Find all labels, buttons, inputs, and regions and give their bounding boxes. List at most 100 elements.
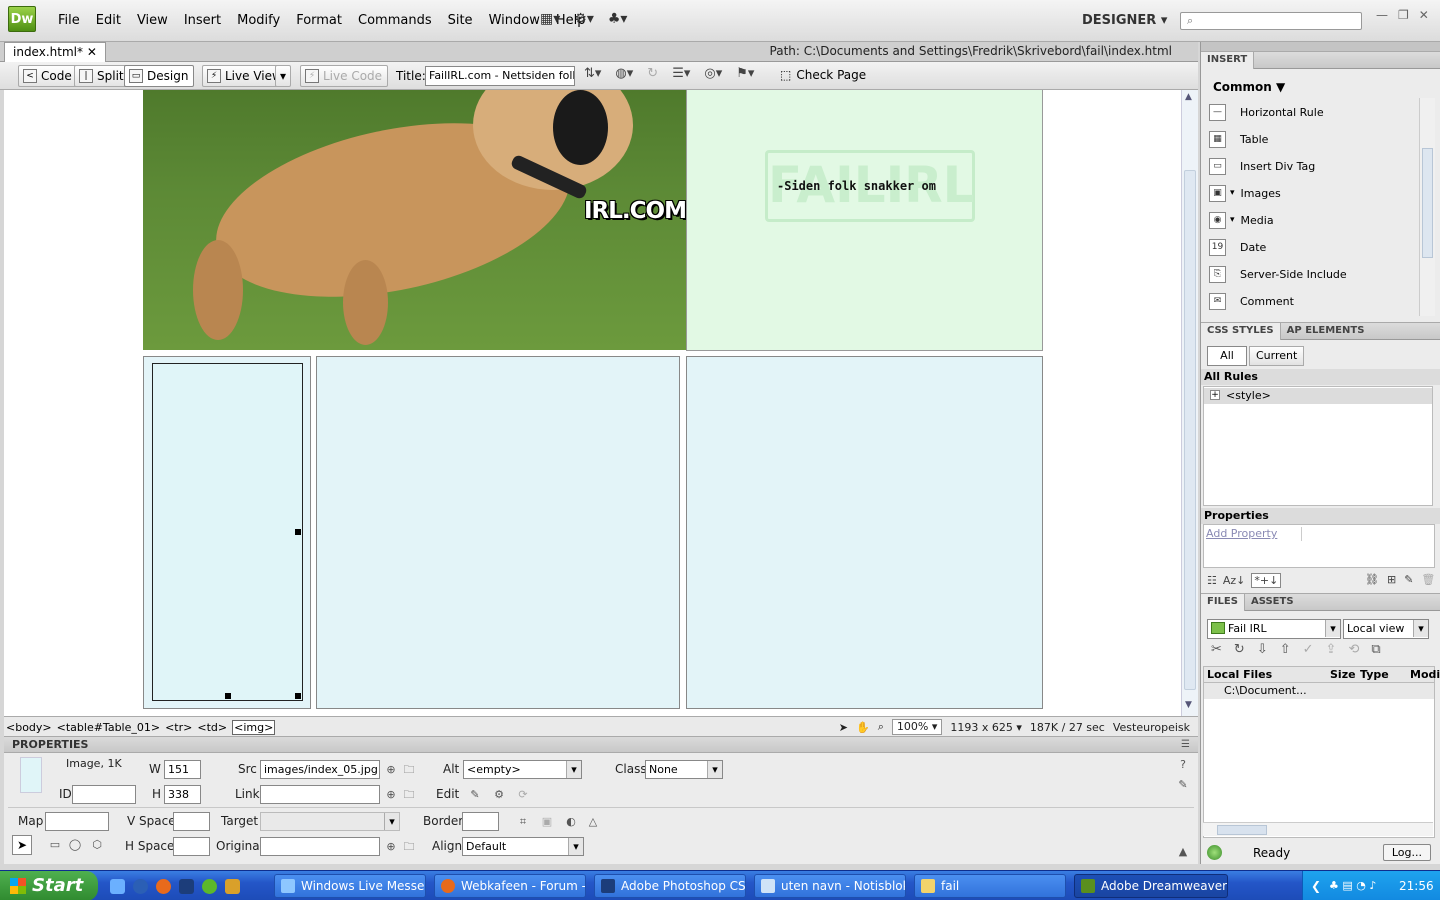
log-button[interactable]: Log... <box>1382 844 1431 861</box>
minimize-icon[interactable]: — <box>1376 8 1388 22</box>
task-dreamweaver[interactable]: Adobe Dreamweaver ... <box>1074 874 1228 898</box>
insert-panel-scrollbar[interactable] <box>1419 98 1435 316</box>
vspace-input[interactable] <box>173 812 210 831</box>
original-point-icon[interactable]: ⊕ <box>384 840 398 854</box>
scroll-thumb[interactable] <box>1184 170 1196 690</box>
panel-menu-icon[interactable]: ☰ <box>1181 739 1190 750</box>
document-tab[interactable]: index.html* ✕ <box>4 42 106 62</box>
menu-modify[interactable]: Modify <box>229 13 288 28</box>
menu-insert[interactable]: Insert <box>176 13 229 28</box>
design-view-button[interactable]: ▭ Design <box>124 65 195 87</box>
css-all-button[interactable]: All <box>1207 346 1247 366</box>
insert-category-select[interactable]: Common ▼ <box>1213 80 1285 94</box>
right-column-cell[interactable] <box>686 356 1043 709</box>
task-folder[interactable]: fail <box>914 874 1066 898</box>
tag-img-selected[interactable]: <img> <box>232 720 276 735</box>
alpha-view-icon[interactable]: Az↓ <box>1223 574 1246 587</box>
site-select[interactable]: Fail IRL <box>1207 619 1341 639</box>
css-styles-tab[interactable]: CSS STYLES <box>1201 323 1281 340</box>
files-tab[interactable]: FILES <box>1201 594 1245 611</box>
rectangle-hotspot-icon[interactable]: ▭ <box>48 838 62 852</box>
menu-format[interactable]: Format <box>288 13 350 28</box>
ie-icon[interactable] <box>133 879 148 894</box>
document-title-input[interactable]: FailIRL.com - Nettsiden folk sr <box>425 66 575 86</box>
insert-horizontal-rule[interactable]: — Horizontal Rule <box>1209 99 1417 125</box>
original-input[interactable] <box>260 837 380 856</box>
category-view-icon[interactable]: ☷ <box>1207 574 1217 587</box>
expand-icon[interactable]: + <box>1210 390 1220 400</box>
polygon-hotspot-icon[interactable]: ⬡ <box>90 838 104 852</box>
optimize-icon[interactable]: ⚙ <box>492 788 506 802</box>
visual-aids-icon[interactable]: ◎▾ <box>704 66 722 81</box>
files-view-select[interactable]: Local view <box>1343 619 1429 639</box>
ap-elements-tab[interactable]: AP ELEMENTS <box>1281 323 1371 340</box>
col-type[interactable]: Type <box>1360 668 1389 681</box>
workspace-switcher[interactable]: DESIGNER ▾ <box>1082 13 1167 28</box>
hand-tool-icon[interactable]: ✋ <box>856 721 870 734</box>
border-input[interactable] <box>462 812 499 831</box>
circle-hotspot-icon[interactable]: ◯ <box>68 838 82 852</box>
tray-expand-icon[interactable]: ❮ <box>1311 871 1321 900</box>
edit-pencil-icon[interactable]: ✎ <box>468 788 482 802</box>
canvas-vertical-scrollbar[interactable]: ▲ ▼ <box>1181 90 1198 716</box>
preview-browser-icon[interactable]: ◍▾ <box>615 66 633 81</box>
tag-td[interactable]: <td> <box>197 721 227 734</box>
scroll-down-icon[interactable]: ▼ <box>1185 700 1192 710</box>
resize-handle-right[interactable] <box>295 529 301 535</box>
center-column-cell[interactable] <box>316 356 680 709</box>
file-management-icon[interactable]: ⇅▾ <box>584 66 601 81</box>
css-rule-row[interactable]: + <style> <box>1204 388 1432 404</box>
select-tool-icon[interactable]: ➤ <box>839 721 848 734</box>
check-page-button[interactable]: ⬚ Check Page <box>780 68 866 82</box>
window-size[interactable]: 1193 x 625 ▾ <box>950 721 1022 734</box>
connect-icon[interactable]: ✂ <box>1211 642 1222 657</box>
assets-tab[interactable]: ASSETS <box>1245 594 1300 611</box>
col-local-files[interactable]: Local Files <box>1207 668 1272 681</box>
split-view-button[interactable]: | Split <box>74 65 130 87</box>
restore-icon[interactable]: ❐ <box>1398 8 1409 22</box>
height-input[interactable]: 338 <box>164 785 201 804</box>
close-tab-icon[interactable]: ✕ <box>87 45 97 59</box>
help-search-input[interactable]: ⌕ <box>1180 12 1362 30</box>
brightness-contrast-icon[interactable]: ◐ <box>564 815 578 829</box>
col-size[interactable]: Size <box>1330 668 1356 681</box>
zoom-tool-icon[interactable]: ⌕ <box>878 720 884 734</box>
spotify-icon[interactable] <box>202 879 217 894</box>
menu-window[interactable]: Window <box>481 13 548 28</box>
tag-table[interactable]: <table#Table_01> <box>57 721 160 734</box>
insert-div-tag[interactable]: ▭ Insert Div Tag <box>1209 153 1417 179</box>
files-horizontal-scrollbar[interactable] <box>1203 822 1433 836</box>
menu-site[interactable]: Site <box>440 13 481 28</box>
put-files-icon[interactable]: ⇧ <box>1280 642 1291 657</box>
file-row[interactable]: C:\Document... <box>1204 683 1434 699</box>
pointer-hotspot-tool[interactable]: ➤ <box>12 835 32 855</box>
menu-view[interactable]: View <box>129 13 176 28</box>
scroll-thumb[interactable] <box>1422 148 1433 258</box>
col-modified[interactable]: Modi <box>1410 668 1440 681</box>
design-canvas[interactable]: IRL.COM FAILIRL -Siden folk snakker om <box>4 90 1181 716</box>
code-view-button[interactable]: < Code <box>18 65 78 87</box>
browse-folder-icon[interactable]: 🗀 <box>402 763 416 777</box>
task-messenger[interactable]: Windows Live Messen... <box>274 874 426 898</box>
expand-panel-icon[interactable]: ⧉ <box>1371 642 1380 657</box>
get-files-icon[interactable]: ⇩ <box>1257 642 1268 657</box>
resample-icon[interactable]: ▣ <box>540 815 554 829</box>
attach-stylesheet-icon[interactable]: ⛓ <box>1365 573 1379 586</box>
point-to-file-icon[interactable]: ⊕ <box>384 763 398 777</box>
align-select[interactable]: Default <box>462 837 584 856</box>
task-notepad[interactable]: uten navn - Notisblokk <box>754 874 906 898</box>
width-input[interactable]: 151 <box>164 760 201 779</box>
refresh-icon[interactable]: ↻ <box>1234 642 1245 657</box>
synchronize-icon[interactable]: ⟲ <box>1348 642 1359 657</box>
validate-icon[interactable]: ⚑▾ <box>736 66 754 81</box>
panel-collapse-bar[interactable] <box>1201 42 1440 51</box>
insert-server-side-include[interactable]: ⎘ Server-Side Include <box>1209 261 1417 287</box>
clock[interactable]: 21:56 <box>1399 871 1434 900</box>
scroll-thumb[interactable] <box>1217 825 1267 835</box>
firefox-icon[interactable] <box>156 879 171 894</box>
layout-icon[interactable]: ▦▾ <box>540 11 560 27</box>
menu-commands[interactable]: Commands <box>350 13 440 28</box>
update-from-original-icon[interactable]: ⟳ <box>516 788 530 802</box>
selected-image-placeholder[interactable] <box>152 363 303 701</box>
src-input[interactable]: images/index_05.jpg <box>260 760 380 779</box>
